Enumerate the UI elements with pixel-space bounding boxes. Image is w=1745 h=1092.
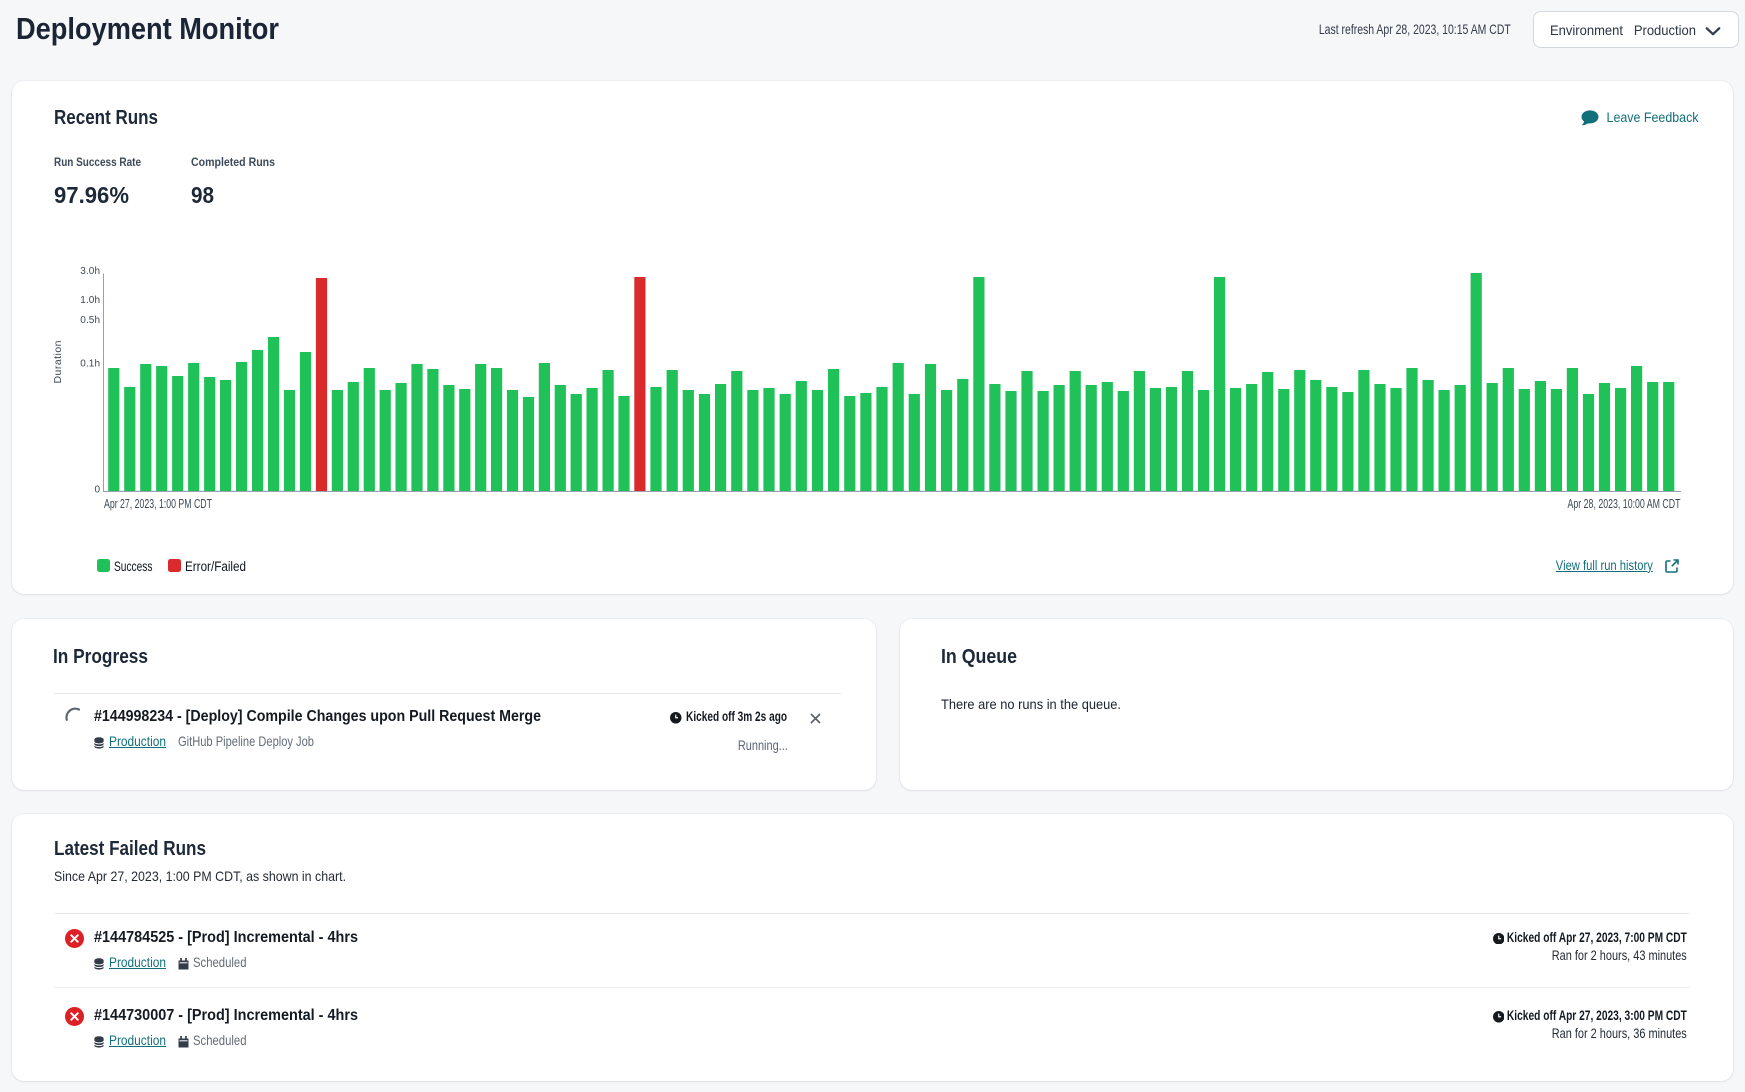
- svg-text:3.0h: 3.0h: [80, 266, 100, 277]
- svg-text:1.0h: 1.0h: [80, 295, 100, 306]
- svg-text:0.5h: 0.5h: [80, 315, 100, 326]
- svg-text:0.1h: 0.1h: [80, 358, 100, 369]
- svg-text:0: 0: [94, 484, 100, 495]
- svg-text:Duration: Duration: [52, 340, 64, 383]
